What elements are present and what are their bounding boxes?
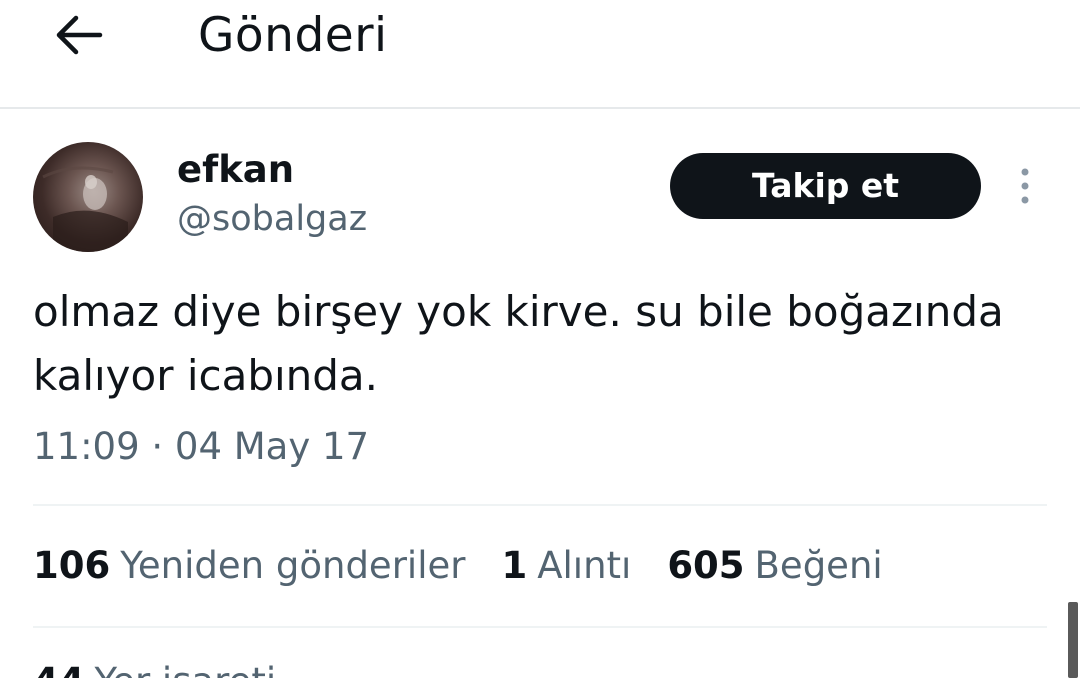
scrollbar[interactable] [1068, 602, 1078, 678]
follow-button[interactable]: Takip et [670, 153, 981, 219]
likes-stat[interactable]: 605 Beğeni [667, 544, 882, 587]
author-handle[interactable]: @sobalgaz [177, 196, 367, 242]
engagement-stats: 106 Yeniden gönderiler 1 Alıntı 605 Beğe… [33, 544, 883, 594]
reposts-count: 106 [33, 544, 111, 587]
quotes-label: Alıntı [537, 544, 632, 587]
timestamp-divider [33, 504, 1047, 506]
vertical-ellipsis-icon[interactable] [1010, 165, 1040, 209]
post-detail-screen: Gönderi efkan @sobalgaz Takip et olmaz d… [0, 0, 1080, 678]
quotes-stat[interactable]: 1 Alıntı [501, 544, 631, 587]
likes-count: 605 [667, 544, 745, 587]
bookmarks-stat[interactable]: 44 Yer işareti [33, 660, 276, 678]
avatar[interactable] [33, 142, 143, 252]
author-name[interactable]: efkan [177, 147, 294, 193]
quotes-count: 1 [501, 544, 528, 587]
bookmarks-count: 44 [33, 660, 85, 678]
post-text: olmaz diye birşey yok kirve. su bile boğ… [33, 287, 1004, 400]
post-timestamp[interactable]: 11:09 · 04 May 17 [33, 424, 369, 470]
header-divider [0, 107, 1080, 109]
bookmarks-label: Yer işareti [95, 660, 277, 678]
reposts-stat[interactable]: 106 Yeniden gönderiler [33, 544, 465, 587]
likes-label: Beğeni [754, 544, 883, 587]
stats-divider [33, 626, 1047, 628]
reposts-label: Yeniden gönderiler [120, 544, 466, 587]
page-title: Gönderi [198, 8, 388, 63]
arrow-left-icon[interactable] [50, 10, 106, 60]
